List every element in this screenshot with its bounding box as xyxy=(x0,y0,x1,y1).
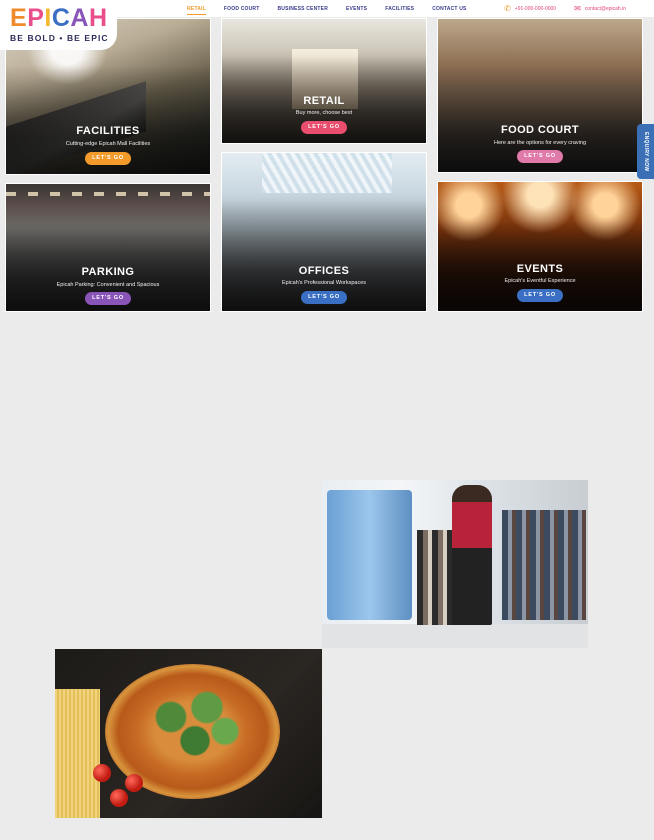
card-subtitle: Cutting-edge Epicah Mall Facilities xyxy=(65,141,151,147)
logo-tagline: BE BOLD • BE EPIC xyxy=(10,33,109,43)
spaghetti-bundle xyxy=(55,689,100,818)
card-title: OFFICES xyxy=(298,265,350,277)
enquiry-now-button[interactable]: ENQUIRY NOW xyxy=(637,124,654,179)
contact-info: ✆ +91-000-000-0000 ✉ contact@epicah.in xyxy=(504,4,626,13)
parking-lets-go-button[interactable]: LET'S GO xyxy=(85,292,131,305)
shirt-rack xyxy=(327,490,412,620)
nav-business-center[interactable]: BUSINESS CENTER xyxy=(278,6,329,12)
pizza-image xyxy=(55,649,322,818)
phone-icon: ✆ xyxy=(504,4,511,13)
card-title: FACILITIES xyxy=(76,125,140,137)
mail-icon: ✉ xyxy=(574,4,581,13)
card-subtitle: Epicah's Professional Workspaces xyxy=(281,280,367,286)
nav-events[interactable]: EVENTS xyxy=(346,6,367,12)
card-title: FOOD COURT xyxy=(501,124,579,136)
logo-letter: P xyxy=(27,4,45,32)
clothes-rail xyxy=(502,510,586,620)
logo-letter: I xyxy=(44,4,52,32)
food-court-lets-go-button[interactable]: LET'S GO xyxy=(517,150,563,163)
logo-letter: E xyxy=(10,4,28,32)
card-subtitle: Here are the options for every craving xyxy=(493,140,587,146)
logo-letter: A xyxy=(70,4,89,32)
events-lets-go-button[interactable]: LET'S GO xyxy=(517,289,563,302)
card-retail[interactable]: RETAIL Buy more, choose best LET'S GO xyxy=(221,18,427,144)
card-subtitle: Epicah Parking: Convenient and Spacious xyxy=(56,282,160,288)
logo-letter: C xyxy=(51,4,71,32)
card-title: PARKING xyxy=(81,266,135,278)
tomato xyxy=(110,789,128,807)
card-title: RETAIL xyxy=(303,95,345,107)
retail-lets-go-button[interactable]: LET'S GO xyxy=(301,121,347,134)
facilities-lets-go-button[interactable]: LET'S GO xyxy=(85,152,131,165)
card-events[interactable]: EVENTS Epicah's Eventful Experience LET'… xyxy=(437,181,643,312)
clothing-store-image xyxy=(322,480,588,648)
phone-number[interactable]: +91-000-000-0000 xyxy=(515,6,556,12)
offices-lets-go-button[interactable]: LET'S GO xyxy=(301,291,347,304)
logo[interactable]: EPICAH BE BOLD • BE EPIC xyxy=(0,0,117,50)
arugula-topping xyxy=(135,679,255,774)
logo-wordmark: EPICAH xyxy=(10,4,117,32)
tomato xyxy=(93,764,111,782)
main-nav: RETAIL FOOD COURT BUSINESS CENTER EVENTS… xyxy=(187,6,485,15)
shopper-figure xyxy=(452,485,492,625)
card-food-court[interactable]: FOOD COURT Here are the options for ever… xyxy=(437,18,643,173)
nav-retail[interactable]: RETAIL xyxy=(187,6,206,15)
card-offices[interactable]: OFFICES Epicah's Professional Workspaces… xyxy=(221,152,427,312)
nav-food-court[interactable]: FOOD COURT xyxy=(224,6,260,12)
email-address[interactable]: contact@epicah.in xyxy=(585,6,626,12)
card-parking[interactable]: PARKING Epicah Parking: Convenient and S… xyxy=(5,183,211,312)
logo-letter: H xyxy=(88,4,108,32)
nav-facilities[interactable]: FACILITIES xyxy=(385,6,414,12)
top-nav-bar: RETAIL FOOD COURT BUSINESS CENTER EVENTS… xyxy=(117,0,654,17)
tomato xyxy=(125,774,143,792)
card-subtitle: Buy more, choose best xyxy=(295,110,353,116)
card-title: EVENTS xyxy=(516,263,564,275)
nav-contact-us[interactable]: CONTACT US xyxy=(432,6,466,12)
card-subtitle: Epicah's Eventful Experience xyxy=(504,278,576,284)
